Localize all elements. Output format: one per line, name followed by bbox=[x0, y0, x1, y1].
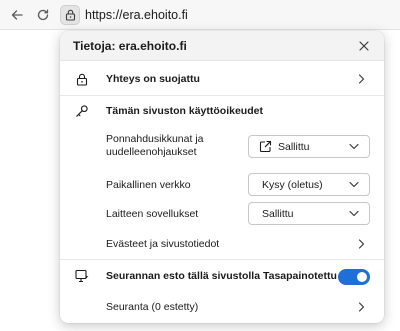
divider bbox=[60, 95, 384, 96]
chevron-down-icon bbox=[349, 143, 359, 150]
cookies-label: Evästeet ja sivustotiedot bbox=[106, 238, 220, 250]
lock-icon bbox=[65, 9, 76, 21]
select-value: Kysy (oletus) bbox=[262, 178, 323, 191]
chevron-right-icon bbox=[356, 302, 366, 312]
permissions-heading: Tämän sivuston käyttöoikeudet bbox=[106, 105, 263, 117]
device-apps-permission-select[interactable]: Sallittu bbox=[248, 202, 370, 225]
refresh-icon[interactable] bbox=[34, 6, 52, 24]
chevron-right-icon bbox=[356, 239, 366, 249]
key-icon bbox=[74, 103, 90, 119]
external-link-icon bbox=[259, 140, 272, 153]
toggle-knob bbox=[357, 272, 367, 282]
local-network-permission-select[interactable]: Kysy (oletus) bbox=[248, 173, 370, 196]
back-icon[interactable] bbox=[8, 6, 26, 24]
site-info-popup: Tietoja: era.ehoito.fi Yhteys on suojatt… bbox=[60, 31, 384, 323]
chevron-right-icon bbox=[356, 74, 366, 84]
cookies-row[interactable]: Evästeet ja sivustotiedot bbox=[60, 231, 384, 257]
popup-title: Tietoja: era.ehoito.fi bbox=[73, 39, 187, 53]
tracking-prevention-toggle[interactable] bbox=[338, 269, 370, 285]
select-value: Sallittu bbox=[278, 140, 310, 153]
trackers-label: Seuranta (0 estetty) bbox=[106, 301, 199, 313]
select-value: Sallittu bbox=[262, 207, 294, 220]
trackers-row[interactable]: Seuranta (0 estetty) bbox=[60, 293, 384, 319]
permission-popups-label: Ponnahdusikkunat ja uudelleenohjaukset bbox=[106, 133, 204, 159]
permission-local-network-label: Paikallinen verkko bbox=[106, 179, 191, 192]
popups-permission-select[interactable]: Sallittu bbox=[248, 135, 370, 158]
permission-label-line: Ponnahdusikkunat ja bbox=[106, 133, 204, 145]
url-text[interactable]: https://era.ehoito.fi bbox=[85, 8, 188, 22]
address-bar[interactable]: https://era.ehoito.fi bbox=[60, 4, 400, 26]
permission-device-apps-label: Laitteen sovellukset bbox=[106, 208, 198, 221]
permission-label-line: Paikallinen verkko bbox=[106, 179, 191, 191]
chevron-down-icon bbox=[349, 210, 359, 217]
connection-label: Yhteys on suojattu bbox=[106, 73, 200, 85]
close-icon[interactable] bbox=[356, 38, 372, 54]
divider bbox=[60, 259, 384, 260]
connection-row[interactable]: Yhteys on suojattu bbox=[60, 64, 384, 94]
permission-label-line: Laitteen sovellukset bbox=[106, 208, 199, 220]
popup-header: Tietoja: era.ehoito.fi bbox=[60, 31, 384, 61]
tracking-prevention-label: Seurannan esto tällä sivustolla Tasapain… bbox=[106, 270, 337, 282]
tracking-prevention-icon bbox=[74, 268, 90, 284]
browser-toolbar: https://era.ehoito.fi bbox=[0, 0, 400, 30]
site-info-button[interactable] bbox=[60, 5, 80, 25]
permission-label-line: uudelleenohjaukset bbox=[106, 146, 197, 158]
chevron-down-icon bbox=[349, 181, 359, 188]
lock-icon bbox=[74, 71, 90, 87]
